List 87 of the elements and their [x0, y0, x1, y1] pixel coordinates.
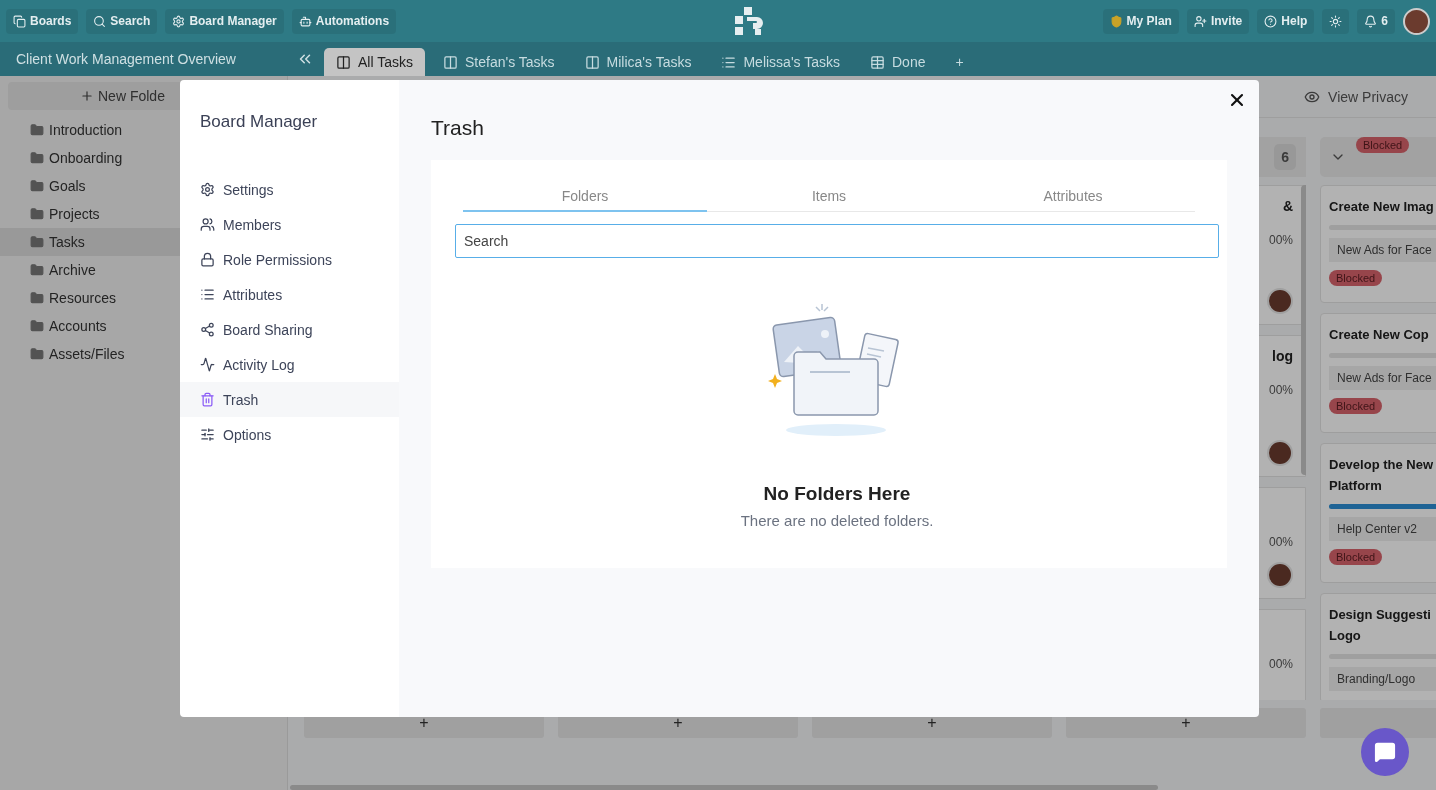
invite-icon — [1193, 14, 1207, 28]
add-tab-button[interactable]: + — [943, 48, 976, 76]
trash-tab[interactable]: Folders — [463, 182, 707, 212]
project-tag: Branding/Logo — [1329, 667, 1436, 691]
progress-percent: 00% — [1268, 657, 1293, 671]
theme-icon — [1329, 14, 1343, 28]
status-tag: Blocked — [1329, 270, 1383, 286]
boards-icon — [13, 14, 26, 28]
invite-button[interactable]: Invite — [1186, 8, 1250, 34]
status-tag: Blocked — [1356, 137, 1410, 153]
view-privacy-button[interactable]: View Privacy — [1298, 87, 1414, 106]
plus-icon — [80, 89, 94, 103]
folder-icon — [30, 179, 44, 193]
section-heading: Trash — [431, 116, 485, 140]
dialog-title: Board Manager — [199, 112, 319, 132]
board-icon — [443, 54, 458, 70]
view-tab[interactable]: All Tasks — [324, 48, 425, 76]
card-title: Create New Imag — [1329, 198, 1435, 216]
list-icon — [721, 54, 737, 70]
search-icon — [93, 14, 107, 28]
board-title: Client Work Management Overview — [15, 51, 237, 67]
boards-button[interactable]: Boards — [6, 8, 79, 34]
folder-icon — [30, 291, 44, 305]
notifications-button[interactable]: 6 — [1357, 8, 1395, 34]
view-tab[interactable]: Stefan's Tasks — [431, 48, 567, 76]
task-card[interactable]: Design Suggesti Logo Branding/Logo — [1320, 593, 1436, 700]
folder-icon — [30, 235, 44, 249]
board-icon — [584, 54, 600, 70]
help-button[interactable]: Help — [1257, 8, 1315, 34]
folder-item[interactable]: Onboarding — [0, 144, 287, 172]
automations-button[interactable]: Automations — [291, 8, 397, 34]
help-icon — [1264, 14, 1278, 28]
plan-button[interactable]: My Plan — [1102, 8, 1179, 34]
folder-icon — [30, 151, 44, 165]
task-card[interactable]: Develop the New Platform Help Center v2 Blocked — [1320, 443, 1436, 583]
view-tab[interactable]: Done — [858, 48, 938, 76]
task-card[interactable]: Create New Imag New Ads for Face Blocked — [1320, 185, 1436, 303]
chat-icon — [1374, 741, 1396, 763]
card-title: log — [1272, 347, 1293, 366]
status-tag: Blocked — [1329, 549, 1383, 565]
view-tab[interactable]: Milica's Tasks — [572, 48, 704, 76]
project-tag: New Ads for Face — [1329, 238, 1436, 262]
empty-text: There are no deleted folders. — [740, 512, 934, 529]
card-title: Develop the New Platform — [1329, 456, 1435, 495]
plan-icon — [1109, 14, 1123, 28]
search-field[interactable]: Search — [455, 224, 1219, 258]
user-avatar[interactable] — [1403, 7, 1430, 35]
progress-percent: 00% — [1268, 383, 1293, 397]
trash-tab[interactable]: Items — [707, 182, 951, 212]
notifications-icon — [1364, 14, 1378, 28]
empty-title: No Folders Here — [763, 483, 911, 505]
trash-tab[interactable]: Attributes — [951, 182, 1195, 212]
share-icon — [200, 322, 215, 337]
status-tag: Blocked — [1329, 398, 1383, 414]
folder-icon — [30, 207, 44, 221]
logo-icon — [735, 7, 764, 35]
search-button[interactable]: Search — [86, 8, 158, 34]
folder-icon — [30, 123, 44, 137]
project-tag: New Ads for Face — [1329, 366, 1436, 390]
list-icon — [200, 287, 215, 302]
automations-icon — [298, 14, 312, 28]
nav-item[interactable]: Trash — [180, 382, 399, 417]
manager-icon — [172, 14, 186, 28]
task-card[interactable]: Create New Cop New Ads for Face Blocked — [1320, 313, 1436, 433]
board-icon — [336, 54, 351, 70]
progress-percent: 00% — [1268, 233, 1293, 247]
table-icon — [870, 54, 885, 70]
theme-toggle-button[interactable] — [1322, 8, 1350, 34]
card-title: & — [1282, 197, 1293, 216]
card-title: Create New Cop — [1329, 326, 1430, 344]
card-title: Design Suggesti Logo — [1329, 606, 1432, 645]
folder-icon — [30, 263, 44, 277]
members-icon — [200, 217, 215, 232]
settings-icon — [200, 182, 215, 197]
trash-icon — [200, 392, 215, 407]
progress-percent: 00% — [1268, 535, 1293, 549]
card-count: 6 — [1274, 144, 1296, 170]
manager-button[interactable]: Board Manager — [165, 8, 284, 34]
chat-button[interactable] — [1361, 728, 1409, 776]
view-tab[interactable]: Melissa's Tasks — [709, 48, 852, 76]
folder-icon — [30, 347, 44, 361]
scrollbar[interactable] — [290, 785, 1158, 790]
lock-icon — [200, 252, 215, 267]
activity-icon — [200, 357, 215, 372]
folder-icon — [30, 319, 44, 333]
options-icon — [200, 427, 215, 442]
project-tag: Help Center v2 — [1329, 517, 1436, 541]
